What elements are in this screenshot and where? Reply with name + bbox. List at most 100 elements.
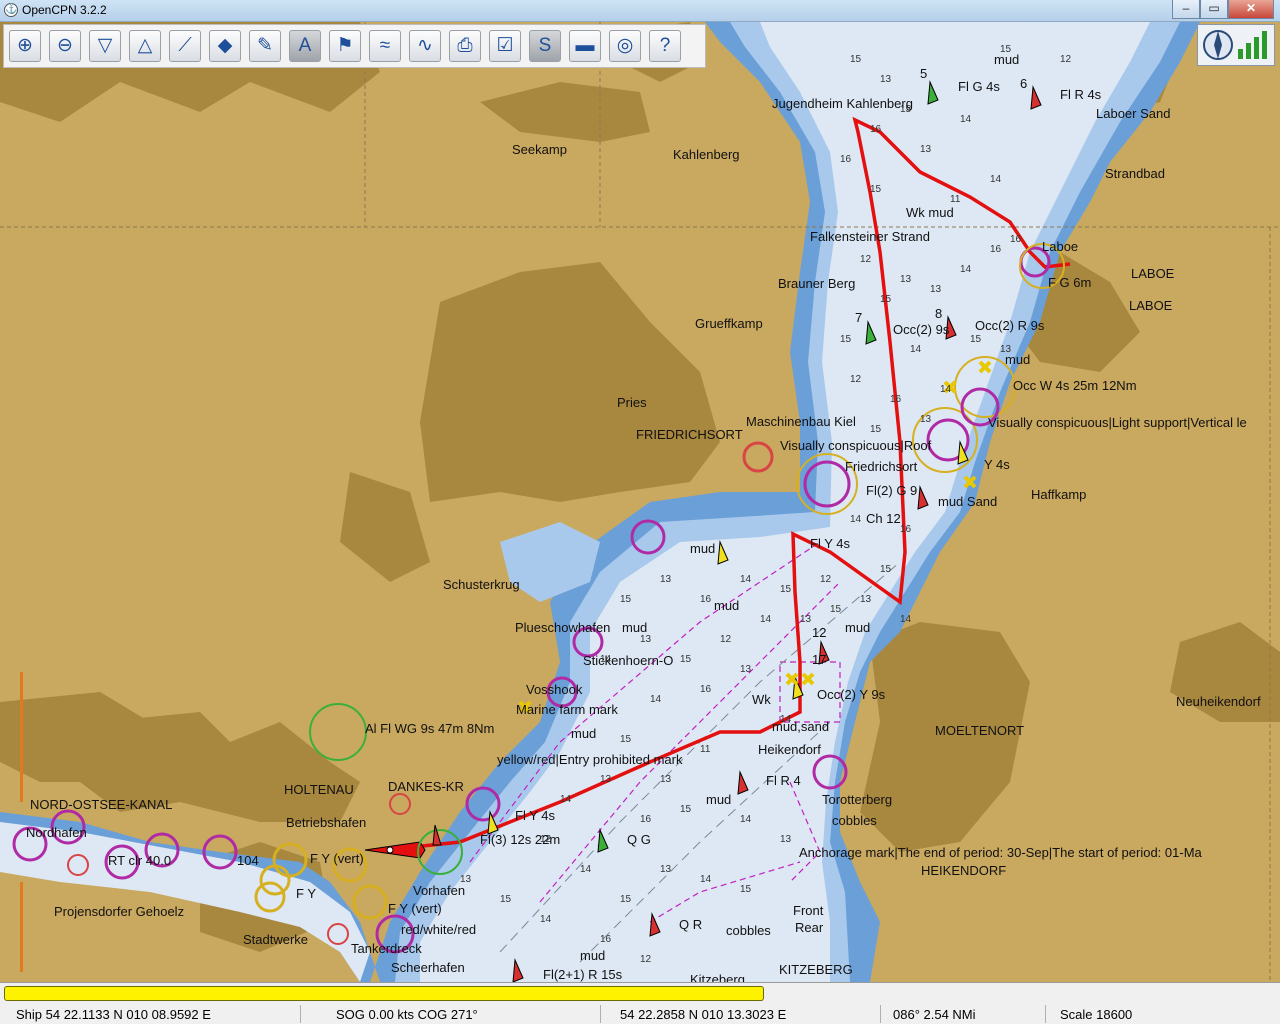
label-jugendheim: Jugendheim Kahlenberg (772, 96, 913, 111)
label-q-g: Q G (627, 832, 651, 847)
depth-sounding: 14 (540, 914, 552, 925)
label-seekamp: Seekamp (512, 142, 567, 157)
zoom-in-icon[interactable]: ⊕ (9, 30, 41, 62)
label-holtenau: HOLTENAU (284, 782, 354, 797)
label-stadtwerke: Stadtwerke (243, 932, 308, 947)
compass-widget[interactable] (1197, 24, 1275, 66)
depth-sounding: 14 (960, 114, 972, 125)
progress-bar (4, 986, 764, 1001)
label-laboe-b: LABOE (1129, 298, 1173, 313)
depth-sounding: 14 (940, 384, 952, 395)
depth-sounding: 16 (840, 154, 852, 165)
depth-sounding: 15 (850, 54, 862, 65)
depth-sounding: 16 (990, 244, 1002, 255)
wrench-icon[interactable]: ✎ (249, 30, 281, 62)
label-wk-mud: Wk mud (906, 205, 954, 220)
label-cobbles-b: cobbles (726, 923, 771, 938)
label-al-fl: Al Fl WG 9s 47m 8Nm (365, 721, 494, 736)
label-neuheikendorf: Neuheikendorf (1176, 694, 1261, 709)
label-y4s: Y 4s (984, 457, 1010, 472)
label-fl-y-4s: Fl Y 4s (810, 536, 850, 551)
depth-sounding: 13 (600, 774, 612, 785)
depth-sounding: 12 (860, 254, 872, 265)
route-manager-icon[interactable]: ☑ (489, 30, 521, 62)
ship-icon[interactable] (364, 841, 426, 859)
depth-sounding: 12 (820, 574, 832, 585)
help-icon[interactable]: ? (649, 30, 681, 62)
label-n12: 12 (812, 625, 826, 640)
label-cobbles-a: cobbles (832, 813, 877, 828)
depth-sounding: 14 (760, 614, 772, 625)
depth-sounding: 14 (580, 864, 592, 875)
depth-sounding: 14 (850, 514, 862, 525)
label-n7: 7 (855, 310, 862, 325)
depth-sounding: 16 (700, 594, 712, 605)
label-vorhafen: Vorhafen (413, 883, 465, 898)
ship-position: Ship 54 22.1133 N 010 08.9592 E (16, 1007, 211, 1022)
depth-sounding: 13 (860, 594, 872, 605)
opencpn-icon: ⚓ (4, 3, 18, 17)
label-occ2-r-9s: Occ(2) R 9s (975, 318, 1045, 333)
label-fl21: Fl(2+1) R 15s (543, 967, 623, 982)
depth-sounding: 11 (700, 744, 711, 755)
depth-sounding: 15 (880, 294, 892, 305)
label-mud-h: mud (580, 948, 605, 963)
status-bar: Ship 54 22.1133 N 010 08.9592 E SOG 0.00… (0, 982, 1280, 1024)
lifebuoy-icon[interactable]: ◎ (609, 30, 641, 62)
label-mud-d: mud (622, 620, 647, 635)
text-icon[interactable]: A (289, 30, 321, 62)
ship-icon[interactable]: ◆ (209, 30, 241, 62)
tide-icon[interactable]: ≈ (369, 30, 401, 62)
label-mud-f: mud (571, 726, 596, 741)
label-occ-w: Occ W 4s 25m 12Nm (1013, 378, 1137, 393)
nautical-chart[interactable]: 15 13 15 16 15 14 12 16 13 14 15 11 16 12 13 14 16 15 13 15… (0, 22, 1280, 982)
label-yellow-red: yellow/red|Entry prohibited mark (497, 752, 683, 767)
label-mud-b: mud (690, 541, 715, 556)
funnel-down-icon[interactable]: ▽ (89, 30, 121, 62)
label-anchorage: Anchorage mark|The end of period: 30-Sep… (799, 845, 1203, 860)
label-mud-sand-b: mud,sand (772, 719, 829, 734)
label-haffkamp: Haffkamp (1031, 487, 1086, 502)
label-kitzeberg-big: KITZEBERG (779, 962, 853, 977)
label-kitzeberg-small: Kitzeberg (690, 972, 745, 982)
depth-sounding: 13 (640, 634, 652, 645)
depth-sounding: 13 (900, 274, 912, 285)
depth-sounding: 13 (930, 284, 942, 295)
label-rear: Rear (795, 920, 824, 935)
label-nok: NORD-OSTSEE-KANAL (30, 797, 172, 812)
label-marine-farm: Marine farm mark (516, 702, 618, 717)
depth-sounding: 16 (700, 684, 712, 695)
track-icon[interactable]: S (529, 30, 561, 62)
label-fg6m: F G 6m (1048, 275, 1091, 290)
zoom-out-icon[interactable]: ⊖ (49, 30, 81, 62)
color-scheme-icon[interactable]: ▬ (569, 30, 601, 62)
label-friedrichsort-small: Friedrichsort (845, 459, 918, 474)
printer-icon[interactable]: ⎙ (449, 30, 481, 62)
minimize-button[interactable]: – (1172, 0, 1200, 19)
label-nordhafen: Nordhafen (26, 825, 87, 840)
label-mud-i: mud (994, 52, 1019, 67)
label-f-y-vert: F Y (vert) (388, 901, 442, 916)
tide-graph-icon[interactable]: ∿ (409, 30, 441, 62)
label-brauner-berg: Brauner Berg (778, 276, 855, 291)
depth-sounding: 15 (870, 184, 882, 195)
depth-sounding: 16 (640, 814, 652, 825)
label-mud-e: mud (845, 620, 870, 635)
depth-sounding: 14 (900, 614, 912, 625)
label-red-white: red/white/red (401, 922, 476, 937)
label-f-y-b: F Y (296, 886, 316, 901)
depth-sounding: 13 (880, 74, 892, 85)
close-button[interactable]: ✕ (1228, 0, 1274, 19)
funnel-up-icon[interactable]: △ (129, 30, 161, 62)
depth-sounding: 15 (970, 334, 982, 345)
depth-sounding: 12 (1060, 54, 1072, 65)
label-vosshook: Vosshook (526, 682, 583, 697)
depth-sounding: 15 (870, 424, 882, 435)
label-mud-sand: mud Sand (938, 494, 997, 509)
route-icon[interactable]: ⟋ (169, 30, 201, 62)
current-icon[interactable]: ⚑ (329, 30, 361, 62)
depth-sounding: 13 (920, 414, 932, 425)
depth-sounding: 15 (680, 654, 692, 665)
maximize-button[interactable]: ▭ (1200, 0, 1228, 19)
label-n5: 5 (920, 66, 927, 81)
